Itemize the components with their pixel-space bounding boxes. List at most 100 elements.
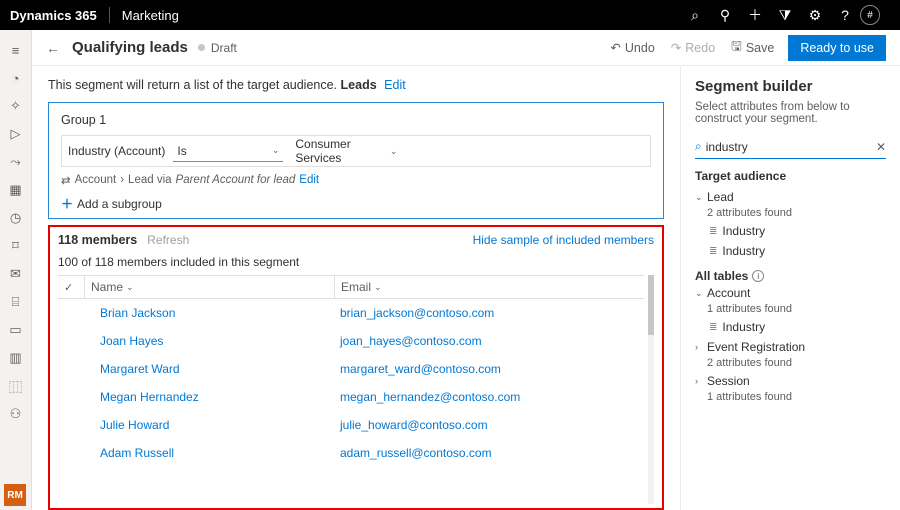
rail-inbox-icon[interactable]: ⌸ xyxy=(0,288,32,316)
rail-mail-icon[interactable]: ✉ xyxy=(0,260,32,288)
command-bar: ← Qualifying leads Draft ↶Undo ↷Redo 🖫Sa… xyxy=(32,30,900,66)
attr-lead-industry-2[interactable]: ≣Industry xyxy=(695,241,886,261)
column-name[interactable]: Name⌄ xyxy=(84,276,334,298)
add-icon[interactable]: ＋ xyxy=(740,5,770,25)
member-name-link[interactable]: Adam Russell xyxy=(100,446,174,460)
table-row[interactable]: Margaret Ward margaret_ward@contoso.com xyxy=(58,355,644,383)
save-icon: 🖫 xyxy=(731,37,742,58)
group-card: Group 1 Industry (Account) Is⌄ Consumer … xyxy=(48,102,664,219)
back-button[interactable]: ← xyxy=(46,40,60,56)
segment-builder-pane: Segment builder Select attributes from b… xyxy=(680,66,900,510)
member-email-link[interactable]: julie_howard@contoso.com xyxy=(340,418,488,432)
help-icon[interactable]: ? xyxy=(830,7,860,23)
chevron-down-icon: ⌄ xyxy=(126,282,134,293)
operator-dropdown[interactable]: Is⌄ xyxy=(173,140,283,162)
chevron-down-icon: ⌄ xyxy=(695,288,707,299)
value-dropdown[interactable]: Consumer Services⌄ xyxy=(291,140,401,162)
intro-text: This segment will return a list of the t… xyxy=(48,78,664,92)
chevron-down-icon: ⌄ xyxy=(272,145,280,156)
filter-icon[interactable]: ⧩ xyxy=(770,7,800,24)
rail-journey-icon[interactable]: ⤳ xyxy=(0,148,32,176)
tree-session[interactable]: ›Session xyxy=(695,371,886,391)
user-avatar[interactable]: # xyxy=(860,5,890,25)
rail-persona-badge[interactable]: RM xyxy=(4,484,26,506)
tree-event-registration[interactable]: ›Event Registration xyxy=(695,337,886,357)
save-button[interactable]: 🖫Save xyxy=(731,37,774,58)
member-email-link[interactable]: brian_jackson@contoso.com xyxy=(340,306,494,320)
member-name-link[interactable]: Margaret Ward xyxy=(100,362,180,376)
rail-card-icon[interactable]: ▭ xyxy=(0,316,32,344)
undo-icon: ↶ xyxy=(610,40,620,55)
search-icon: ⌕ xyxy=(695,139,702,154)
rail-play-icon[interactable]: ▷ xyxy=(0,120,32,148)
tree-account[interactable]: ⌄Account xyxy=(695,283,886,303)
rail-people-icon[interactable]: ⚇ xyxy=(0,400,32,428)
rail-book-icon[interactable]: ▥ xyxy=(0,344,32,372)
member-name-link[interactable]: Joan Hayes xyxy=(100,334,163,348)
chevron-right-icon: › xyxy=(695,342,707,352)
member-email-link[interactable]: megan_hernandez@contoso.com xyxy=(340,390,520,404)
redo-icon: ↷ xyxy=(671,40,681,55)
path-edit-link[interactable]: Edit xyxy=(299,174,319,186)
rail-chart-icon[interactable]: ⿲ xyxy=(0,372,32,400)
search-icon[interactable]: ⌕ xyxy=(680,7,710,24)
rail-gauge-icon[interactable]: ◷ xyxy=(0,204,32,232)
member-email-link[interactable]: joan_hayes@contoso.com xyxy=(340,334,482,348)
select-all-checkbox[interactable]: ✓ xyxy=(64,281,84,294)
status-label: Draft xyxy=(211,41,237,55)
rail-clock-icon[interactable]: ◔ xyxy=(0,64,32,92)
rail-pin-icon[interactable]: ✧ xyxy=(0,92,32,120)
member-name-link[interactable]: Megan Hernandez xyxy=(100,390,199,404)
table-row[interactable]: Megan Hernandez megan_hernandez@contoso.c… xyxy=(58,383,644,411)
group-title: Group 1 xyxy=(61,113,651,127)
tree-lead-count: 2 attributes found xyxy=(695,207,886,219)
member-email-link[interactable]: adam_russell@contoso.com xyxy=(340,446,492,460)
members-scrollbar[interactable] xyxy=(648,275,654,504)
add-subgroup-button[interactable]: ＋ Add a subgroup xyxy=(61,195,651,212)
undo-button[interactable]: ↶Undo xyxy=(610,40,654,55)
builder-title: Segment builder xyxy=(695,78,886,95)
members-table: ✓ Name⌄ Email⌄ Brian Jackson brian_jackso… xyxy=(58,275,644,504)
table-header: ✓ Name⌄ Email⌄ xyxy=(58,275,644,299)
list-icon: ≣ xyxy=(709,246,716,257)
global-header: Dynamics 365 Marketing ⌕ ⚲ ＋ ⧩ ⚙ ? # xyxy=(0,0,900,30)
relationship-path: ⇄ Account› Lead via Parent Account for l… xyxy=(61,173,651,187)
rail-menu-icon[interactable]: ≡ xyxy=(0,36,32,64)
column-email[interactable]: Email⌄ xyxy=(334,276,644,298)
redo-button[interactable]: ↷Redo xyxy=(671,40,715,55)
left-nav-rail: ≡ ◔ ✧ ▷ ⤳ ▦ ◷ ⌑ ✉ ⌸ ▭ ▥ ⿲ ⚇ RM xyxy=(0,30,32,510)
ready-to-use-button[interactable]: Ready to use xyxy=(788,35,886,61)
clear-icon[interactable]: ✕ xyxy=(876,140,886,154)
members-subtext: 100 of 118 members included in this segm… xyxy=(58,255,654,269)
attribute-search-input[interactable] xyxy=(706,140,876,154)
chevron-down-icon: ⌄ xyxy=(374,282,382,293)
gear-icon[interactable]: ⚙ xyxy=(800,7,830,24)
rail-chat-icon[interactable]: ⌑ xyxy=(0,232,32,260)
member-name-link[interactable]: Brian Jackson xyxy=(100,306,175,320)
refresh-link[interactable]: Refresh xyxy=(147,233,189,247)
attr-account-industry[interactable]: ≣Industry xyxy=(695,317,886,337)
rail-grid-icon[interactable]: ▦ xyxy=(0,176,32,204)
members-count: 118 members xyxy=(58,233,137,247)
attribute-search[interactable]: ⌕ ✕ xyxy=(695,135,886,159)
table-row[interactable]: Julie Howard julie_howard@contoso.com xyxy=(58,411,644,439)
list-icon: ≣ xyxy=(709,322,716,333)
list-icon: ≣ xyxy=(709,226,716,237)
member-email-link[interactable]: margaret_ward@contoso.com xyxy=(340,362,501,376)
brand-label: Dynamics 365 xyxy=(10,8,97,23)
condition-row: Industry (Account) Is⌄ Consumer Services… xyxy=(61,135,651,167)
table-row[interactable]: Brian Jackson brian_jackson@contoso.com xyxy=(58,299,644,327)
chevron-right-icon: › xyxy=(695,376,707,386)
member-name-link[interactable]: Julie Howard xyxy=(100,418,169,432)
table-row[interactable]: Joan Hayes joan_hayes@contoso.com xyxy=(58,327,644,355)
lightbulb-icon[interactable]: ⚲ xyxy=(710,7,740,24)
attr-lead-industry-1[interactable]: ≣Industry xyxy=(695,221,886,241)
condition-field: Industry (Account) xyxy=(68,144,165,158)
tree-lead[interactable]: ⌄Lead xyxy=(695,187,886,207)
tree-event-count: 2 attributes found xyxy=(695,357,886,369)
intro-edit-link[interactable]: Edit xyxy=(384,78,406,92)
add-icon: ＋ xyxy=(61,195,73,212)
table-row[interactable]: Adam Russell adam_russell@contoso.com xyxy=(58,439,644,467)
info-icon[interactable]: i xyxy=(752,270,764,282)
hide-sample-link[interactable]: Hide sample of included members xyxy=(473,233,654,247)
